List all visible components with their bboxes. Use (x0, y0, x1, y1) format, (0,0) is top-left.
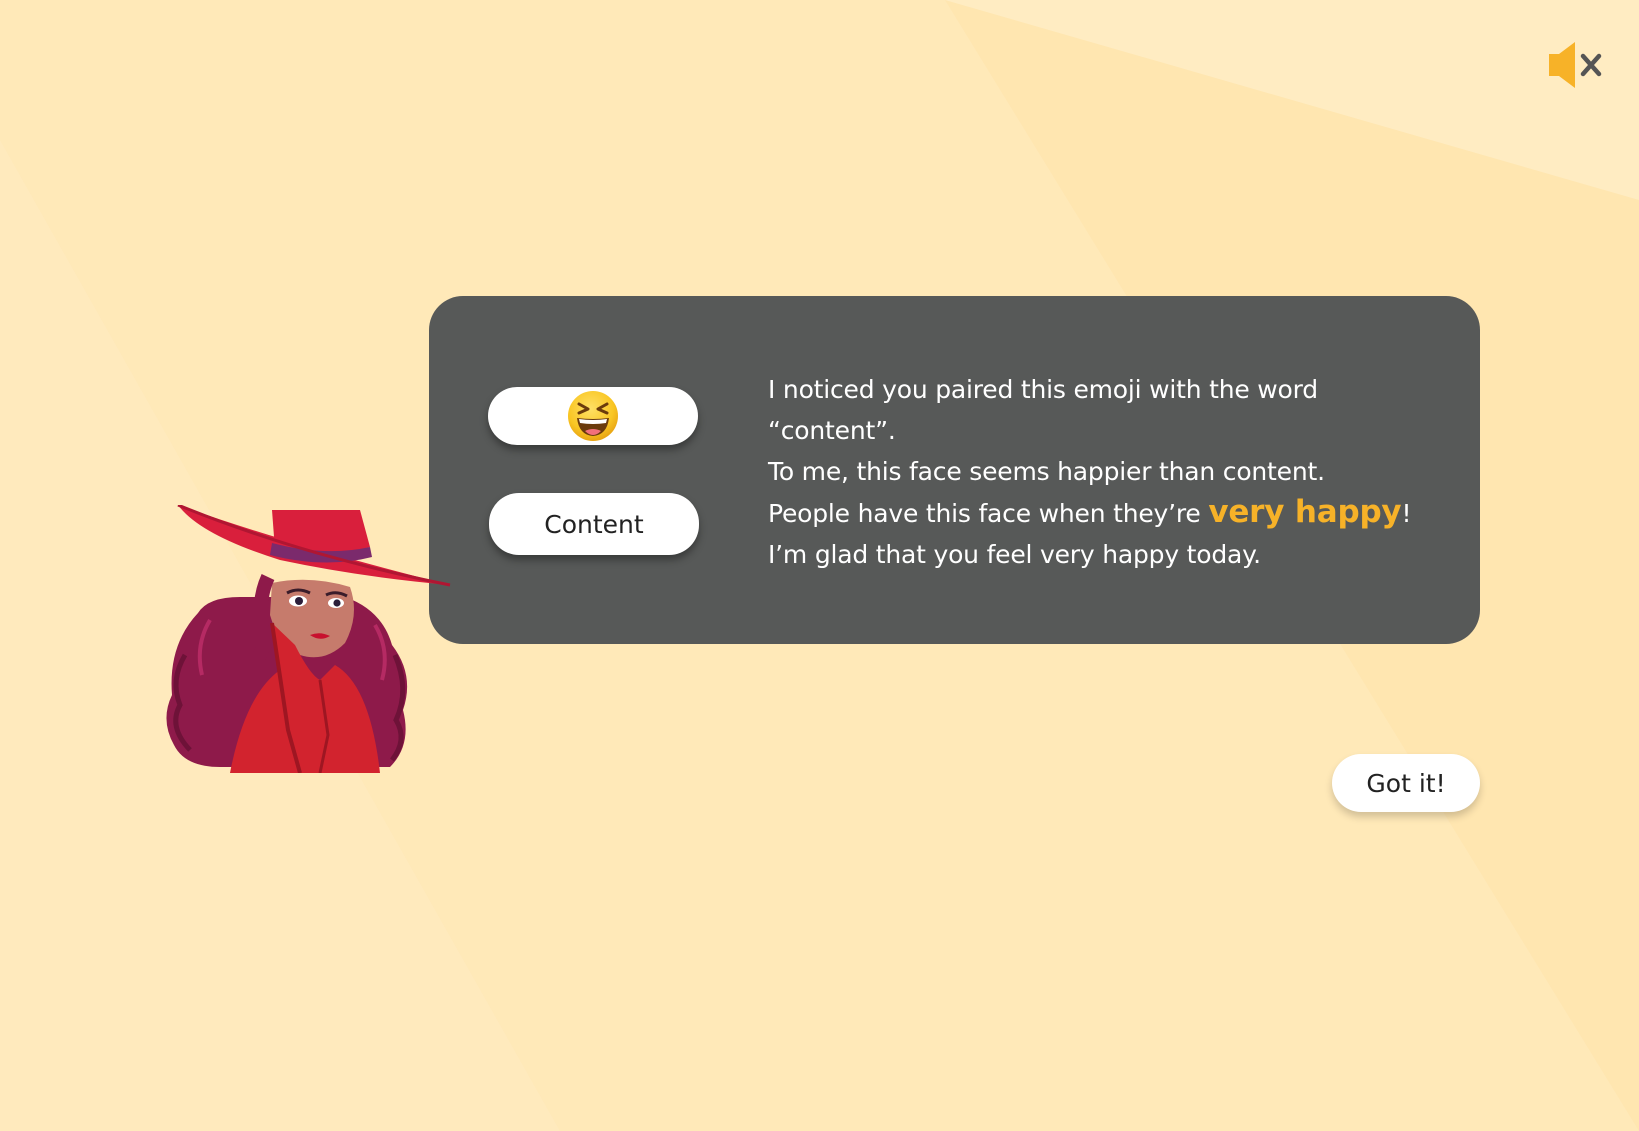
grinning-squinting-face-icon (568, 391, 618, 441)
message-line-3-suffix: ! (1401, 499, 1412, 528)
speaker-muted-icon (1549, 42, 1602, 88)
emoji-card (488, 387, 698, 445)
message-line-2: To me, this face seems happier than cont… (768, 457, 1325, 486)
word-label: Content (544, 509, 644, 539)
mute-button[interactable] (1545, 40, 1613, 90)
got-it-button[interactable]: Got it! (1332, 754, 1480, 812)
character-avatar-icon (166, 505, 451, 773)
speech-bubble: Content I noticed you paired this emoji … (429, 296, 1480, 644)
word-card: Content (489, 493, 699, 555)
got-it-label: Got it! (1366, 768, 1446, 798)
message-line-4: I’m glad that you feel very happy today. (768, 540, 1261, 569)
message-line-1: I noticed you paired this emoji with the… (768, 375, 1318, 445)
highlighted-emotion: very happy (1208, 494, 1402, 530)
message-line-3-prefix: People have this face when they’re (768, 499, 1209, 528)
feedback-message: I noticed you paired this emoji with the… (768, 369, 1448, 575)
message-line-3: People have this face when they’re very … (768, 492, 1448, 534)
